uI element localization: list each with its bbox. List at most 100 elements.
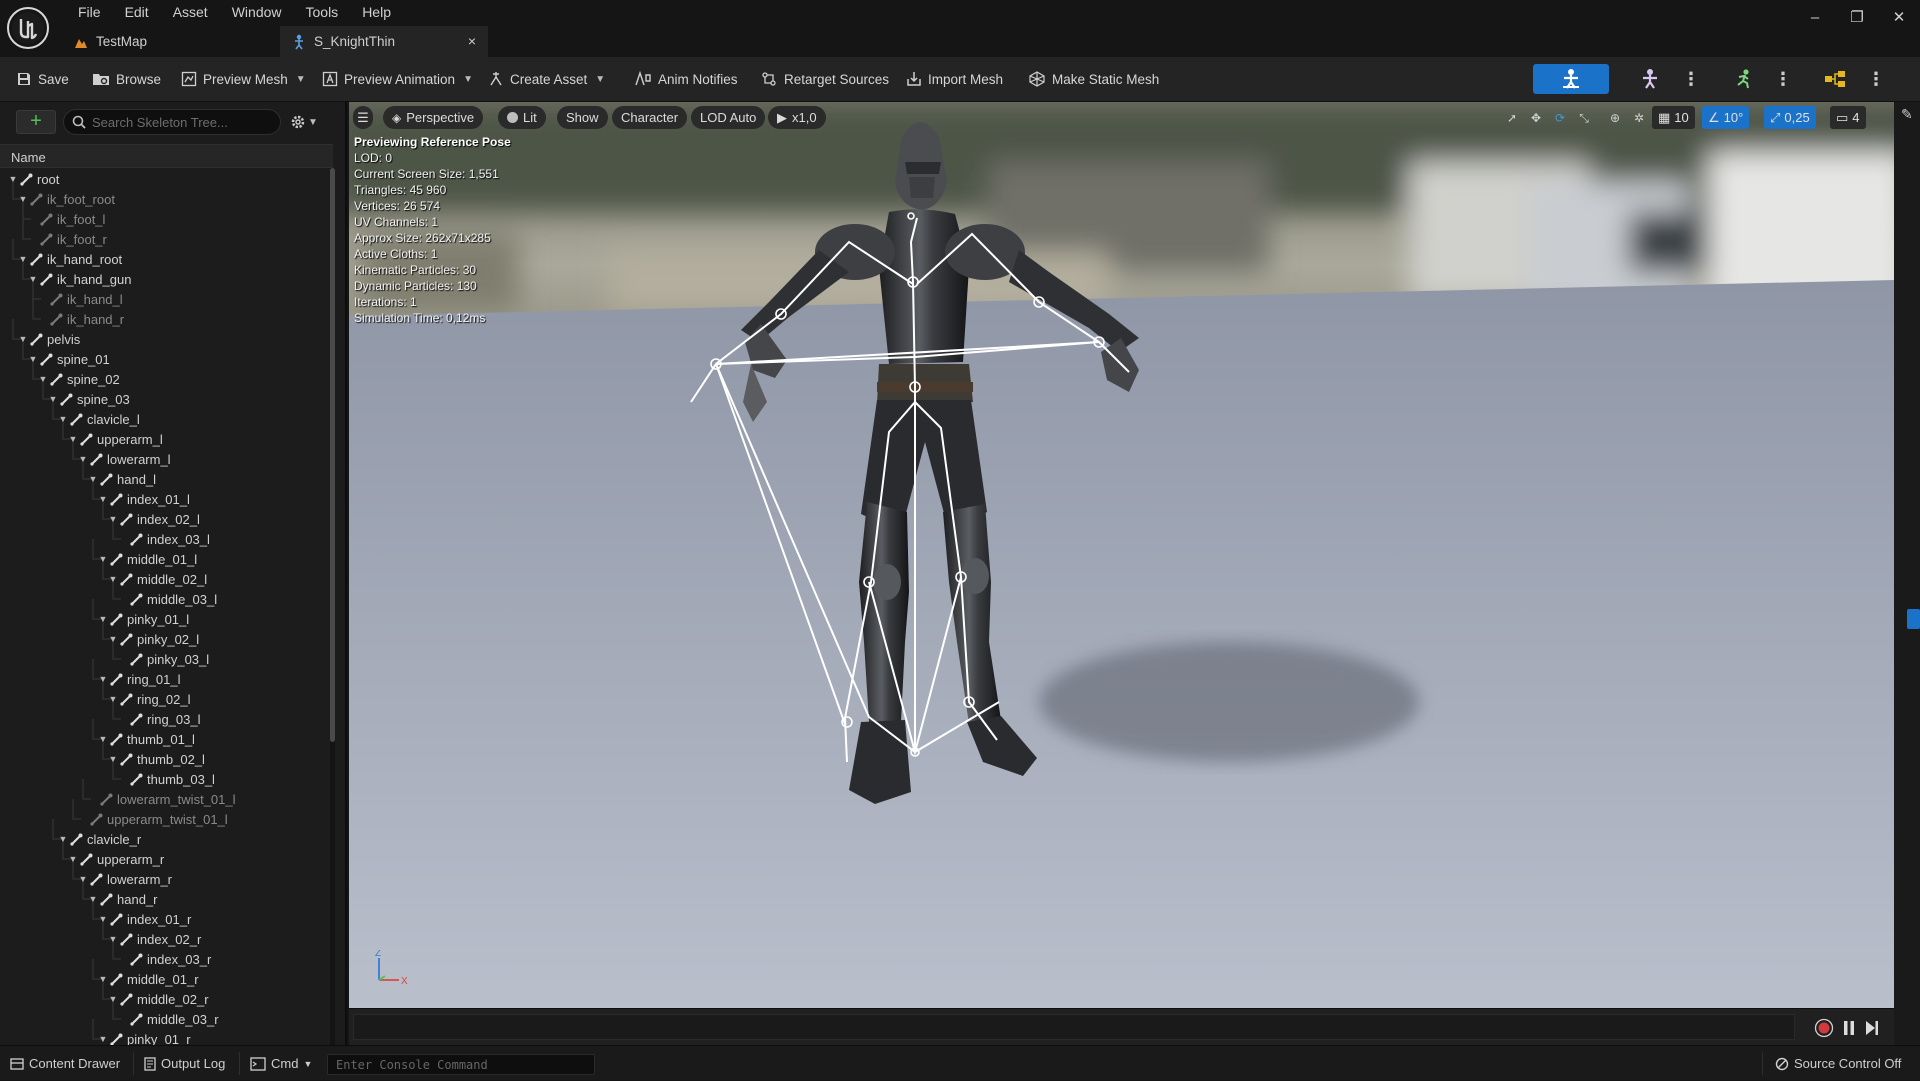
select-mode-icon[interactable]: ➚ [1502,108,1522,128]
expand-arrow-icon[interactable]: ▼ [88,474,98,484]
name-column-header[interactable]: Name [0,144,333,168]
bone-row[interactable]: index_03_l [0,529,328,549]
expand-arrow-icon[interactable]: ▼ [78,874,88,884]
grid-snap-toggle[interactable]: ▦ 10 [1652,106,1695,129]
source-control-button[interactable]: Source Control Off [1775,1046,1901,1081]
bone-row[interactable]: ▼ upperarm_r [0,849,328,869]
scale-mode-icon[interactable]: ⤡ [1574,108,1594,128]
unreal-logo-icon[interactable] [6,6,50,50]
minimize-button[interactable]: – [1794,0,1836,34]
scrollbar-thumb[interactable] [330,168,335,742]
anim-notifies-button[interactable]: Anim Notifies [634,67,738,91]
bone-row[interactable]: ▼ thumb_01_l [0,729,328,749]
expand-arrow-icon[interactable]: ▼ [98,674,108,684]
expand-arrow-icon[interactable]: ▼ [98,974,108,984]
rotate-mode-icon[interactable]: ⟳ [1550,108,1570,128]
bone-row[interactable]: pinky_03_l [0,649,328,669]
bone-row[interactable]: ▼ index_01_r [0,909,328,929]
step-forward-button[interactable] [1861,1017,1883,1039]
bone-row[interactable]: ▼ clavicle_r [0,829,328,849]
bone-row[interactable]: middle_03_l [0,589,328,609]
expand-arrow-icon[interactable]: ▼ [98,494,108,504]
bone-row[interactable]: upperarm_twist_01_l [0,809,328,829]
expand-arrow-icon[interactable]: ▼ [18,194,28,204]
expand-arrow-icon[interactable]: ▼ [78,454,88,464]
menu-asset[interactable]: Asset [161,2,220,22]
menu-edit[interactable]: Edit [113,2,161,22]
blueprint-mode-options-icon[interactable]: ⋮ [1867,67,1885,91]
rotation-snap-toggle[interactable]: ∠ 10° [1702,106,1750,129]
expand-arrow-icon[interactable]: ▼ [98,1034,108,1044]
browse-button[interactable]: Browse [92,67,161,91]
expand-arrow-icon[interactable]: ▼ [88,894,98,904]
lit-dropdown[interactable]: Lit [498,106,546,129]
expand-arrow-icon[interactable]: ▼ [68,434,78,444]
expand-arrow-icon[interactable]: ▼ [108,514,118,524]
bone-row[interactable]: ▼ hand_r [0,889,328,909]
preview-viewport[interactable]: ☰ ◈ Perspective Lit Show Character LOD A… [349,102,1894,1008]
menu-help[interactable]: Help [350,2,403,22]
bone-row[interactable]: ▼ upperarm_l [0,429,328,449]
bone-row[interactable]: ▼ spine_01 [0,349,328,369]
expand-arrow-icon[interactable]: ▼ [108,754,118,764]
expand-arrow-icon[interactable]: ▼ [18,334,28,344]
expand-arrow-icon[interactable]: ▼ [98,554,108,564]
bone-row[interactable]: ▼ pinky_01_r [0,1029,328,1045]
close-window-button[interactable]: ✕ [1878,0,1920,34]
bone-row[interactable]: ring_03_l [0,709,328,729]
scale-snap-toggle[interactable]: ⤢ 0,25 [1764,106,1816,129]
character-dropdown[interactable]: Character [612,106,688,129]
bone-row[interactable]: ▼ root [0,169,328,189]
bone-row[interactable]: ▼ middle_02_l [0,569,328,589]
retarget-sources-button[interactable]: Retarget Sources [760,67,889,91]
bone-row[interactable]: index_03_r [0,949,328,969]
menu-window[interactable]: Window [220,2,294,22]
preview-mesh-dropdown[interactable]: Preview Mesh ▼ [181,67,306,91]
create-asset-dropdown[interactable]: Create Asset ▼ [488,67,605,91]
bone-row[interactable]: ▼ middle_01_r [0,969,328,989]
bone-row[interactable]: ik_foot_r [0,229,328,249]
content-drawer-button[interactable]: Content Drawer [10,1046,120,1081]
mesh-mode-button[interactable] [1632,64,1668,94]
timeline-track[interactable] [353,1014,1795,1040]
expand-arrow-icon[interactable]: ▼ [98,614,108,624]
expand-arrow-icon[interactable]: ▼ [48,394,58,404]
output-log-button[interactable]: Output Log [144,1046,225,1081]
record-button[interactable] [1813,1017,1835,1039]
viewport-menu-button[interactable]: ☰ [353,106,373,129]
bone-row[interactable]: ▼ lowerarm_r [0,869,328,889]
bone-row[interactable]: ik_foot_l [0,209,328,229]
animation-mode-button[interactable] [1726,64,1762,94]
make-static-mesh-button[interactable]: Make Static Mesh [1028,67,1159,91]
expand-arrow-icon[interactable]: ▼ [108,634,118,644]
preview-animation-dropdown[interactable]: Preview Animation ▼ [322,67,473,91]
expand-arrow-icon[interactable]: ▼ [98,734,108,744]
bone-row[interactable]: thumb_03_l [0,769,328,789]
show-dropdown[interactable]: Show [557,106,608,129]
pause-button[interactable] [1838,1017,1860,1039]
expand-arrow-icon[interactable]: ▼ [58,414,68,424]
restore-button[interactable]: ❐ [1836,0,1878,34]
bone-row[interactable]: ▼ index_01_l [0,489,328,509]
expand-arrow-icon[interactable]: ▼ [28,274,38,284]
animation-mode-options-icon[interactable]: ⋮ [1774,67,1792,91]
import-mesh-button[interactable]: Import Mesh [906,67,1003,91]
bone-row[interactable]: ▼ middle_02_r [0,989,328,1009]
expand-arrow-icon[interactable]: ▼ [108,994,118,1004]
cmd-dropdown[interactable]: Cmd ▼ [250,1046,312,1081]
tab-testmap[interactable]: TestMap [62,26,280,57]
bone-row[interactable]: ik_hand_l [0,289,328,309]
world-space-icon[interactable]: ⊕ [1605,108,1625,128]
translate-mode-icon[interactable]: ✥ [1526,108,1546,128]
bone-row[interactable]: ▼ middle_01_l [0,549,328,569]
bone-row[interactable]: ▼ index_02_r [0,929,328,949]
expand-arrow-icon[interactable]: ▼ [58,834,68,844]
menu-file[interactable]: File [66,2,113,22]
perspective-dropdown[interactable]: ◈ Perspective [383,106,484,129]
expand-arrow-icon[interactable]: ▼ [8,174,18,184]
bone-row[interactable]: ▼ spine_03 [0,389,328,409]
bone-row[interactable]: ▼ ik_hand_root [0,249,328,269]
skeleton-mode-button[interactable] [1533,64,1609,94]
surface-snap-icon[interactable]: ✲ [1629,108,1649,128]
expand-arrow-icon[interactable]: ▼ [18,254,28,264]
